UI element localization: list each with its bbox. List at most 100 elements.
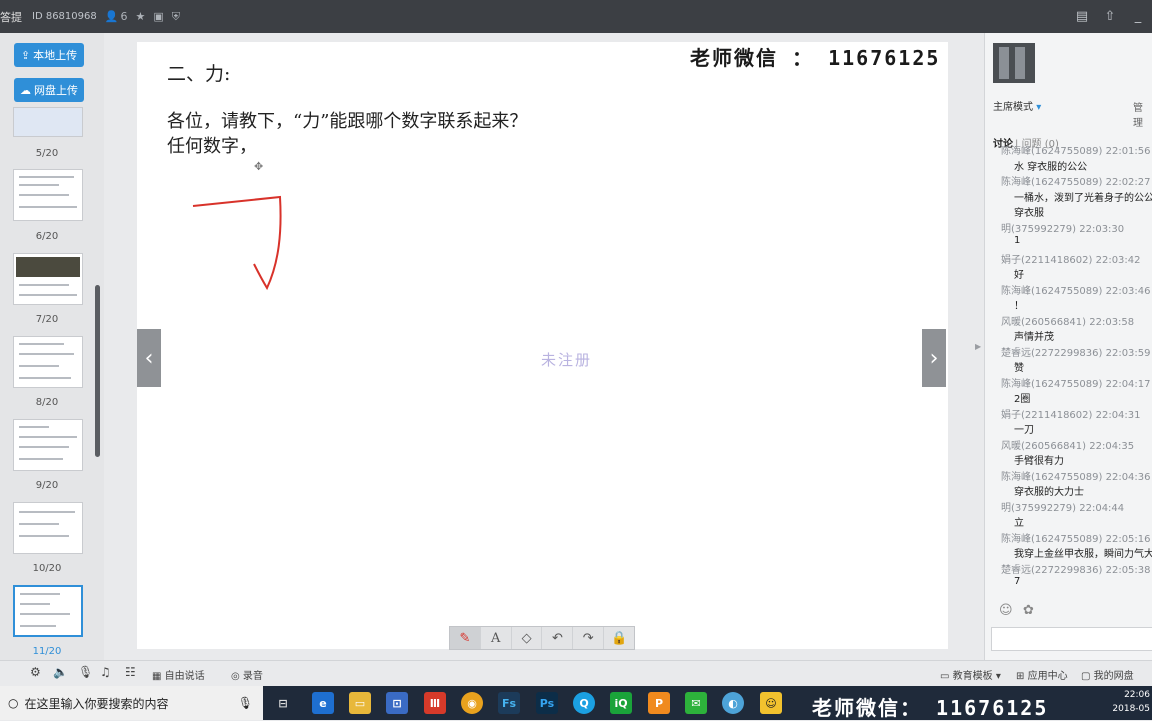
browser-icon[interactable]: Q bbox=[573, 692, 595, 714]
mode-dropdown[interactable]: 主席模式 ▾ bbox=[993, 98, 1041, 113]
edu-template-button[interactable]: ▭ 教育模板 ▾ bbox=[940, 667, 1001, 682]
next-slide-button[interactable]: › bbox=[922, 329, 946, 387]
chat-sender: 风暖(260566841) 22:03:58 bbox=[1001, 316, 1135, 328]
chat-sender: 陈海峰(1624755089) 22:01:56 bbox=[1001, 146, 1151, 157]
slide-thumbnail-7[interactable] bbox=[13, 253, 83, 305]
chat-sender: 陈海峰(1624755089) 22:02:27 bbox=[1001, 177, 1151, 188]
chrome-icon[interactable]: ◉ bbox=[461, 692, 483, 714]
home-icon[interactable]: ⇧ bbox=[1096, 9, 1124, 24]
text-icon[interactable]: A bbox=[481, 627, 512, 649]
chat-message: 手臂很有力 bbox=[1014, 456, 1064, 467]
app-orange-icon[interactable]: P bbox=[648, 692, 670, 714]
app-blue-icon[interactable]: ◐ bbox=[722, 692, 744, 714]
record-button[interactable]: ◎ 录音 bbox=[231, 667, 263, 682]
minimize-icon[interactable]: _ bbox=[1124, 9, 1152, 24]
prev-slide-button[interactable]: ‹ bbox=[137, 329, 161, 387]
windows-taskbar: ○ 在这里输入你要搜索的内容 🎙 ⊟ e ▭ ⊡ Ⅲ ◉ Fs Ps Q iQ … bbox=[0, 686, 1152, 720]
slide-label: 7/20 bbox=[35, 314, 59, 325]
taskbar-watermark: 老师微信： 11676125 bbox=[812, 696, 1049, 720]
redo-icon[interactable]: ↷ bbox=[573, 627, 605, 649]
slide-thumbnail-4[interactable] bbox=[13, 107, 83, 137]
people-icon[interactable]: 👤 bbox=[105, 10, 119, 23]
chat-sender: 楚睿远(2272299836) 22:05:38 bbox=[1001, 564, 1151, 576]
people-count: 6 bbox=[120, 10, 128, 23]
eraser-icon[interactable]: ◇ bbox=[512, 627, 543, 649]
equalizer-icon[interactable]: ☷ bbox=[125, 665, 136, 679]
lock-icon[interactable]: 🔒 bbox=[604, 627, 634, 649]
upload-icon: ⇪ bbox=[20, 48, 31, 62]
chat-message: 声情并茂 bbox=[1014, 332, 1054, 343]
template-icon: ▭ bbox=[940, 671, 950, 682]
flash-icon[interactable]: Fs bbox=[498, 692, 520, 714]
speaker-icon[interactable]: 🔈 bbox=[53, 665, 68, 679]
undo-icon[interactable]: ↶ bbox=[542, 627, 574, 649]
chat-sender: 明(375992279) 22:03:30 bbox=[1001, 223, 1125, 235]
chat-sender: 娟子(2211418602) 22:03:42 bbox=[1001, 254, 1141, 266]
chevron-left-icon: ‹ bbox=[144, 345, 154, 371]
upload-cloud-button[interactable]: ☁ 网盘上传 bbox=[14, 78, 84, 102]
iqiyi-icon[interactable]: iQ bbox=[610, 692, 632, 714]
chat-message: 好 bbox=[1014, 270, 1024, 281]
chat-sender: 楚睿远(2272299836) 22:03:59 bbox=[1001, 347, 1151, 359]
watermark-text: 老师微信 ： 11676125 bbox=[690, 46, 941, 70]
thumbnail-scrollbar[interactable] bbox=[95, 285, 100, 457]
shield-icon[interactable]: ⛨ bbox=[172, 10, 180, 24]
share-icon[interactable]: ▣ bbox=[153, 10, 163, 23]
microphone-icon[interactable]: 🎙 bbox=[78, 665, 93, 679]
upload-local-button[interactable]: ⇪ 本地上传 bbox=[14, 43, 84, 67]
manage-link[interactable]: 管理 bbox=[1133, 99, 1152, 129]
flower-icon[interactable]: ✿ bbox=[1023, 603, 1034, 618]
task-view-icon[interactable]: ⊟ bbox=[272, 692, 294, 714]
title-bar: 答提 ID 86810968 👤 6 ★ ▣ ⛨ ▤ ⇧ _ bbox=[0, 0, 1152, 33]
slide-label: 9/20 bbox=[35, 480, 59, 491]
slide-thumbnail-6[interactable] bbox=[13, 169, 83, 221]
slide-label: 6/20 bbox=[35, 231, 59, 242]
app-yellow-icon[interactable]: ☺ bbox=[760, 692, 782, 714]
slide-label: 10/20 bbox=[32, 563, 62, 574]
chat-message: 2圈 bbox=[1014, 394, 1031, 405]
chat-sender: 娟子(2211418602) 22:04:31 bbox=[1001, 409, 1141, 421]
music-icon[interactable]: ♫ bbox=[100, 665, 111, 679]
window-menu-icon[interactable]: ▤ bbox=[1068, 9, 1096, 24]
file-explorer-icon[interactable]: ▭ bbox=[349, 692, 371, 714]
settings-icon[interactable]: ⚙ bbox=[30, 665, 41, 679]
store-icon[interactable]: ⊡ bbox=[386, 692, 408, 714]
system-clock[interactable]: 22:06 2018-05 bbox=[1112, 688, 1150, 716]
pen-drawing: ✥ bbox=[192, 160, 282, 291]
chat-message: 立 bbox=[1014, 518, 1024, 529]
grid-icon: ▦ bbox=[152, 671, 162, 682]
slide-canvas[interactable]: 二、力: 各位，请教下，“力”能跟哪个数字联系起来？ 任何数字， ✥ bbox=[137, 42, 948, 649]
taskbar-search[interactable]: ○ 在这里输入你要搜索的内容 🎙 bbox=[0, 686, 263, 720]
slide-thumbnail-panel: ⇪ 本地上传 ☁ 网盘上传 5/20 6/20 7/20 8/20 9/20 10/… bbox=[0, 33, 104, 660]
panel-toggle-icon[interactable]: ▶ bbox=[975, 342, 981, 351]
svg-text:✥: ✥ bbox=[254, 160, 263, 173]
star-icon[interactable]: ★ bbox=[135, 10, 145, 23]
slide-thumbnail-8[interactable] bbox=[13, 336, 83, 388]
edge-icon[interactable]: e bbox=[312, 692, 334, 714]
microphone-icon[interactable]: 🎙 bbox=[238, 696, 253, 710]
photoshop-icon[interactable]: Ps bbox=[536, 692, 558, 714]
my-drive-button[interactable]: ▢ 我的网盘 bbox=[1081, 667, 1134, 682]
emoji-icon[interactable]: ☺ bbox=[999, 603, 1013, 618]
chat-sender: 陈海峰(1624755089) 22:04:36 bbox=[1001, 471, 1151, 483]
chat-list[interactable]: 陈海峰(1624755089) 22:01:56 水 穿衣服的公公 陈海峰(1624… bbox=[985, 146, 1152, 590]
chat-message: 1 bbox=[1014, 235, 1021, 246]
free-talk-button[interactable]: ▦ 自由说话 bbox=[152, 667, 205, 682]
chat-input[interactable] bbox=[991, 627, 1152, 651]
window-title: 答提 bbox=[0, 10, 22, 24]
slide-thumbnail-9[interactable] bbox=[13, 419, 83, 471]
chat-message: 赞 bbox=[1014, 363, 1024, 374]
slide-label: 5/20 bbox=[35, 148, 59, 159]
app-red-icon[interactable]: Ⅲ bbox=[424, 692, 446, 714]
chat-message: 穿衣服 bbox=[1014, 208, 1044, 219]
unregistered-mark: 未注册 bbox=[541, 351, 593, 369]
slide-thumbnail-10[interactable] bbox=[13, 502, 83, 554]
app-center-button[interactable]: ⊞ 应用中心 bbox=[1016, 667, 1068, 682]
chevron-right-icon: › bbox=[929, 345, 939, 371]
chat-message: 穿衣服的大力士 bbox=[1014, 487, 1084, 498]
wechat-icon[interactable]: ✉ bbox=[685, 692, 707, 714]
chat-message: 一刀 bbox=[1014, 425, 1034, 436]
pen-icon[interactable]: ✎ bbox=[450, 627, 481, 649]
slide-thumbnail-11[interactable] bbox=[13, 585, 83, 637]
cloud-icon: ☁ bbox=[20, 83, 31, 97]
